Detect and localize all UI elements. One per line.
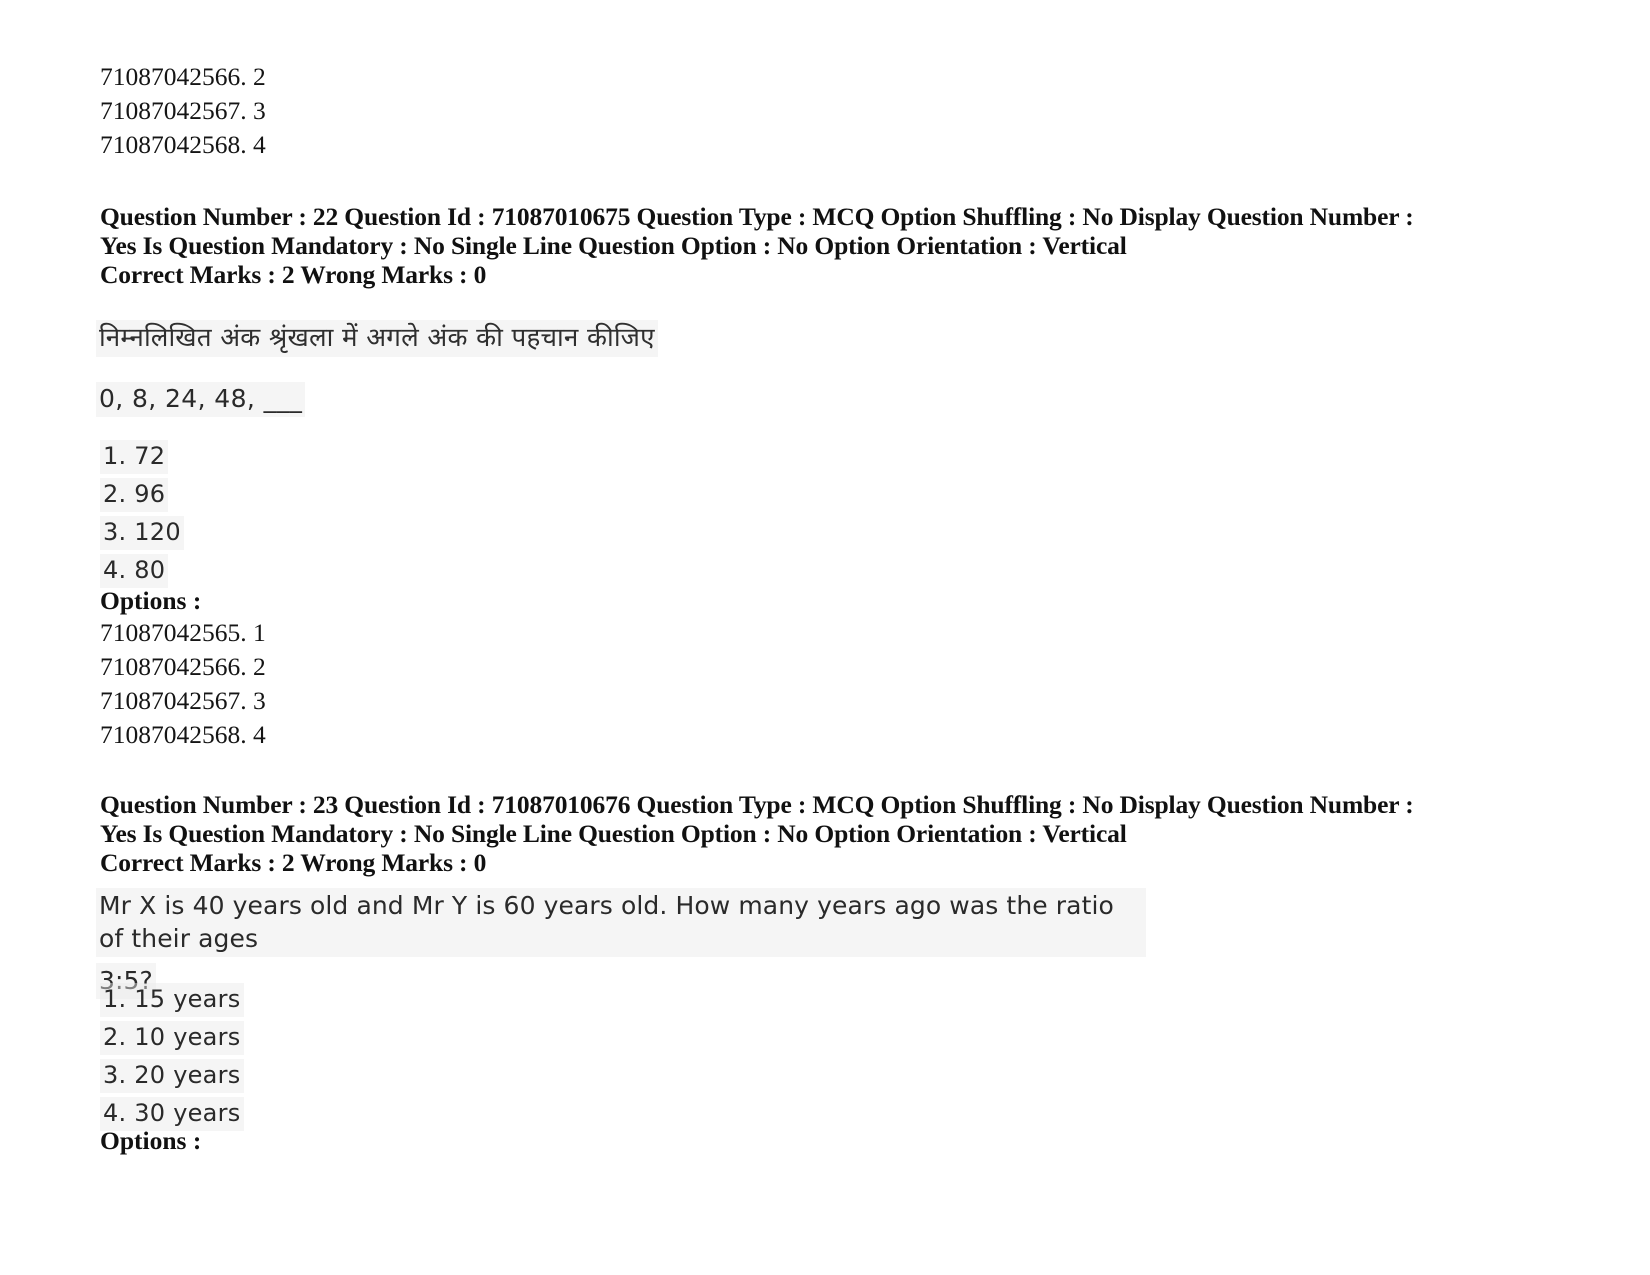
question-23-options-label: Options : (100, 1126, 202, 1155)
question-22-choice-2[interactable]: 2. 96 (100, 478, 169, 512)
question-22-choice-list: 1. 72 2. 96 3. 120 4. 80 (100, 440, 600, 592)
question-22-option-id-list: 71087042565. 1 71087042566. 2 7108704256… (100, 616, 800, 752)
question-22-choice-1[interactable]: 1. 72 (100, 440, 169, 474)
question-22-number-series: 0, 8, 24, 48, ___ (96, 382, 306, 417)
question-23-choice-1[interactable]: 1. 15 years (100, 983, 244, 1017)
option-id-row: 71087042566. 2 (100, 62, 266, 91)
question-22-choice-4[interactable]: 4. 80 (100, 554, 169, 588)
option-id-row: 71087042565. 1 (100, 618, 266, 647)
option-id-row: 71087042567. 3 (100, 96, 266, 125)
question-22-marks-line: Correct Marks : 2 Wrong Marks : 0 (100, 260, 487, 289)
question-22-meta-line: Question Number : 22 Question Id : 71087… (100, 202, 1419, 260)
option-id-row: 71087042567. 3 (100, 686, 266, 715)
question-23-stem-line-1: Mr X is 40 years old and Mr Y is 60 year… (96, 888, 1146, 957)
question-23-choice-list: 1. 15 years 2. 10 years 3. 20 years 4. 3… (100, 983, 600, 1135)
question-22-options-label: Options : (100, 586, 202, 615)
question-22-stem-hindi: निम्नलिखित अंक श्रृंखला में अगले अंक की … (96, 320, 658, 357)
question-23-choice-2[interactable]: 2. 10 years (100, 1021, 244, 1055)
question-22-choice-3[interactable]: 3. 120 (100, 516, 184, 550)
question-paper-page: 71087042566. 2 71087042567. 3 7108704256… (0, 0, 1650, 1275)
question-23-choice-3[interactable]: 3. 20 years (100, 1059, 244, 1093)
question-22-stem-hindi-wrapper: निम्नलिखित अंक श्रृंखला में अगले अंक की … (96, 320, 996, 357)
question-23-meta-line: Question Number : 23 Question Id : 71087… (100, 790, 1419, 848)
option-id-row: 71087042568. 4 (100, 720, 266, 749)
question-23-marks-line: Correct Marks : 2 Wrong Marks : 0 (100, 848, 487, 877)
continued-option-id-list: 71087042566. 2 71087042567. 3 7108704256… (100, 60, 800, 162)
option-id-row: 71087042566. 2 (100, 652, 266, 681)
question-22-series-wrapper: 0, 8, 24, 48, ___ (96, 382, 596, 417)
option-id-row: 71087042568. 4 (100, 130, 266, 159)
